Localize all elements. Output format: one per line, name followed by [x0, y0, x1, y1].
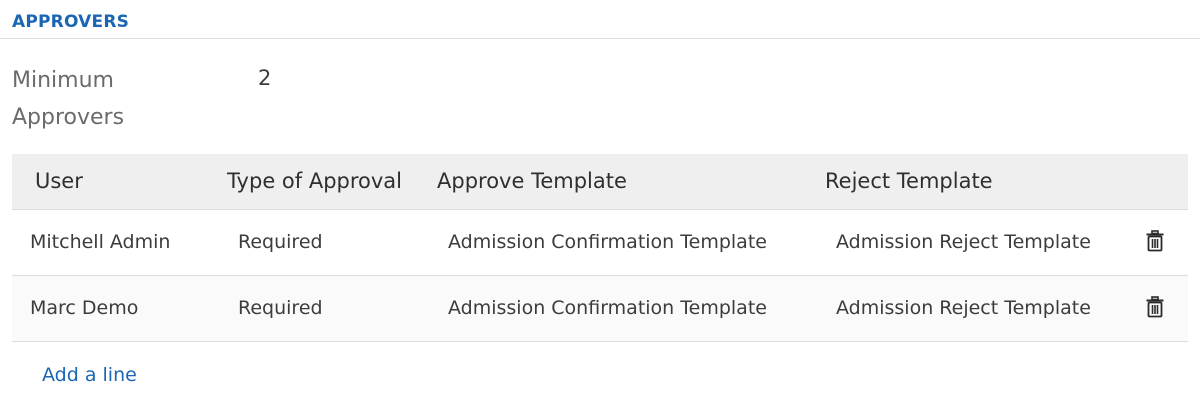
cell-reject-template[interactable]: Admission Reject Template [836, 276, 1091, 341]
cell-approve-template[interactable]: Admission Confirmation Template [448, 210, 767, 275]
add-a-line-link[interactable]: Add a line [42, 362, 137, 388]
table-row[interactable]: Mitchell Admin Required Admission Confir… [12, 210, 1188, 276]
cell-reject-template[interactable]: Admission Reject Template [836, 210, 1091, 275]
cell-type-of-approval[interactable]: Required [238, 210, 323, 275]
section-divider [0, 38, 1200, 39]
trash-icon[interactable] [1145, 230, 1165, 252]
column-header-approve-template[interactable]: Approve Template [437, 154, 627, 209]
table-row[interactable]: Marc Demo Required Admission Confirmatio… [12, 276, 1188, 342]
approvers-table: User Type of Approval Approve Template R… [12, 154, 1188, 342]
cell-user[interactable]: Mitchell Admin [30, 210, 170, 275]
column-header-reject-template[interactable]: Reject Template [825, 154, 993, 209]
cell-user[interactable]: Marc Demo [30, 276, 138, 341]
cell-approve-template[interactable]: Admission Confirmation Template [448, 276, 767, 341]
minimum-approvers-label: Minimum Approvers [12, 68, 125, 130]
section-title: APPROVERS [12, 12, 130, 32]
minimum-approvers-value[interactable]: 2 [258, 62, 271, 94]
cell-type-of-approval[interactable]: Required [238, 276, 323, 341]
column-header-type-of-approval[interactable]: Type of Approval [227, 154, 402, 209]
table-header: User Type of Approval Approve Template R… [12, 154, 1188, 210]
trash-icon[interactable] [1145, 296, 1165, 318]
column-header-user[interactable]: User [35, 154, 83, 209]
